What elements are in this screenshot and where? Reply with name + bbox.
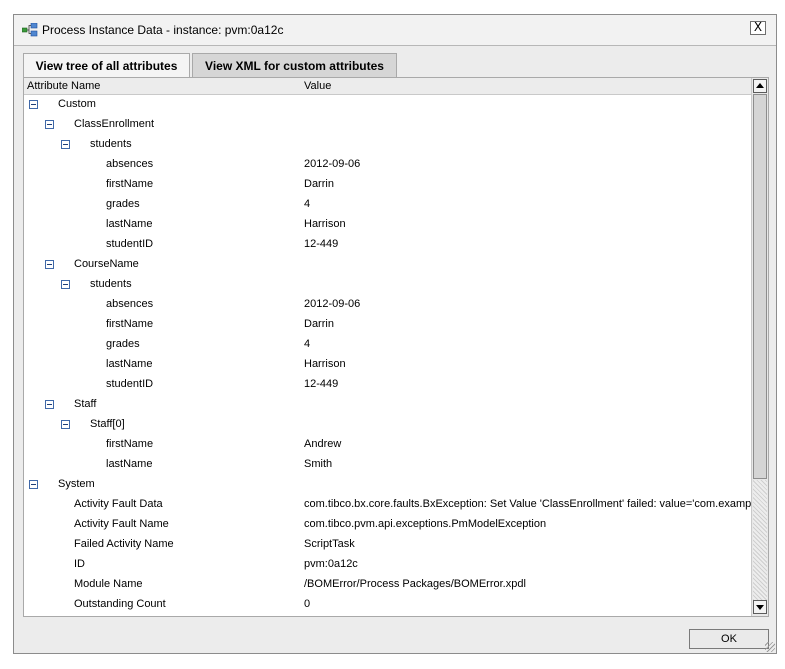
attribute-tree: Custom ClassEnrollment students absences 201…	[24, 95, 751, 616]
attribute-value: 12-449	[304, 238, 339, 250]
attribute-value: Harrison	[304, 358, 346, 370]
attribute-name: Custom	[58, 98, 96, 110]
attribute-value: com.tibco.bx.core.faults.BxException: Se…	[304, 498, 751, 510]
column-header: Attribute Name Value	[24, 78, 751, 95]
attribute-value: Darrin	[304, 318, 334, 330]
attribute-name: lastName	[106, 218, 153, 230]
tree-row[interactable]: absences 2012-09-06	[24, 155, 751, 175]
tab-tree-view[interactable]: View tree of all attributes	[23, 53, 190, 78]
attribute-name: firstName	[106, 438, 154, 450]
attribute-name: Outstanding Count	[74, 598, 166, 610]
attribute-name: grades	[106, 198, 140, 210]
attribute-value: 4	[304, 338, 311, 350]
attribute-name: Failed Activity Name	[74, 538, 174, 550]
collapse-icon[interactable]	[29, 100, 38, 109]
scroll-up-icon[interactable]	[753, 79, 767, 93]
attributes-panel: Attribute Name Value Custom ClassEnrollme…	[23, 77, 769, 617]
tree-row[interactable]: lastName Harrison	[24, 215, 751, 235]
tree-row[interactable]: studentID 12-449	[24, 235, 751, 255]
attribute-name: ClassEnrollment	[74, 118, 155, 130]
collapse-icon[interactable]	[45, 400, 54, 409]
ok-button[interactable]: OK	[689, 629, 769, 649]
attribute-value: /BOMError/Process Packages/BOMError.xpdl	[304, 578, 526, 590]
tree-row[interactable]: Failed Activity Name ScriptTask	[24, 535, 751, 555]
attribute-name: absences	[106, 158, 154, 170]
attribute-name: lastName	[106, 458, 153, 470]
tree-row[interactable]: grades 4	[24, 335, 751, 355]
tree-row[interactable]: lastName Smith	[24, 455, 751, 475]
attribute-value: Harrison	[304, 218, 346, 230]
attribute-name: CourseName	[74, 258, 139, 270]
column-header-name[interactable]: Attribute Name	[27, 80, 100, 92]
attribute-name: studentID	[106, 378, 154, 390]
attribute-value: Smith	[304, 458, 333, 470]
tree-row[interactable]: Activity Fault Data com.tibco.bx.core.fau…	[24, 495, 751, 515]
column-header-value[interactable]: Value	[304, 80, 331, 92]
collapse-icon[interactable]	[61, 280, 70, 289]
tree-row[interactable]: ID pvm:0a12c	[24, 555, 751, 575]
process-tree-icon	[22, 23, 38, 37]
process-instance-dialog: Process Instance Data - instance: pvm:0a…	[13, 14, 777, 654]
tree-row[interactable]: firstName Andrew	[24, 435, 751, 455]
tree-row[interactable]: firstName Darrin	[24, 175, 751, 195]
collapse-icon[interactable]	[45, 120, 54, 129]
attribute-name: firstName	[106, 318, 154, 330]
attribute-name: Activity Fault Name	[74, 518, 169, 530]
close-icon: X	[753, 20, 763, 34]
scrollbar-thumb[interactable]	[753, 94, 767, 479]
tree-row[interactable]: Outstanding Count 0	[24, 595, 751, 615]
collapse-icon[interactable]	[61, 420, 70, 429]
collapse-icon[interactable]	[45, 260, 54, 269]
tree-row[interactable]: students	[24, 275, 751, 295]
attribute-name: firstName	[106, 178, 154, 190]
dialog-title: Process Instance Data - instance: pvm:0a…	[42, 23, 284, 37]
tree-row[interactable]: grades 4	[24, 195, 751, 215]
attribute-value: pvm:0a12c	[304, 558, 358, 570]
attribute-name: System	[58, 478, 95, 490]
attribute-value: 12-449	[304, 378, 339, 390]
attribute-value: 4	[304, 198, 311, 210]
attribute-value: 2012-09-06	[304, 298, 361, 310]
attribute-value: ScriptTask	[304, 538, 355, 550]
tree-row[interactable]: lastName Harrison	[24, 355, 751, 375]
attribute-name: studentID	[106, 238, 154, 250]
tree-row[interactable]: Staff	[24, 395, 751, 415]
attribute-value: Andrew	[304, 438, 342, 450]
tree-row[interactable]: Staff[0]	[24, 415, 751, 435]
attribute-value: com.tibco.pvm.api.exceptions.PmModelExce…	[304, 518, 547, 530]
attribute-name: lastName	[106, 358, 153, 370]
tree-row[interactable]: Custom	[24, 95, 751, 115]
close-button[interactable]: X	[750, 21, 766, 35]
tree-row[interactable]: System	[24, 475, 751, 495]
attribute-name: students	[90, 278, 132, 290]
tree-row[interactable]: Activity Fault Name com.tibco.pvm.api.exc…	[24, 515, 751, 535]
collapse-icon[interactable]	[29, 480, 38, 489]
tree-row[interactable]: Module Name/BOMError/Process Packages/BO…	[24, 575, 751, 595]
attribute-name: Staff[0]	[90, 418, 125, 430]
attribute-name: absences	[106, 298, 154, 310]
tree-row[interactable]: students	[24, 135, 751, 155]
tree-row[interactable]: studentID 12-449	[24, 375, 751, 395]
dialog-titlebar[interactable]: Process Instance Data - instance: pvm:0a…	[14, 15, 776, 46]
tree-row[interactable]: absences 2012-09-06	[24, 295, 751, 315]
tab-xml-view[interactable]: View XML for custom attributes	[192, 53, 397, 78]
tree-row[interactable]: firstName Darrin	[24, 315, 751, 335]
attribute-name: students	[90, 138, 132, 150]
tree-row[interactable]: CourseName	[24, 255, 751, 275]
attribute-value: 2012-09-06	[304, 158, 361, 170]
attribute-name: Activity Fault Data	[74, 498, 163, 510]
scrollbar-track[interactable]	[753, 480, 767, 600]
attribute-value: Darrin	[304, 178, 334, 190]
tree-row[interactable]: ClassEnrollment	[24, 115, 751, 135]
resize-grip-icon[interactable]	[765, 642, 775, 652]
attribute-name: grades	[106, 338, 140, 350]
scroll-down-icon[interactable]	[753, 600, 767, 614]
collapse-icon[interactable]	[61, 140, 70, 149]
attribute-name: Module Name	[74, 578, 143, 590]
attribute-value: 0	[304, 598, 311, 610]
attribute-name: Staff	[74, 398, 97, 410]
vertical-scrollbar[interactable]	[751, 78, 768, 616]
attribute-name: ID	[74, 558, 85, 570]
